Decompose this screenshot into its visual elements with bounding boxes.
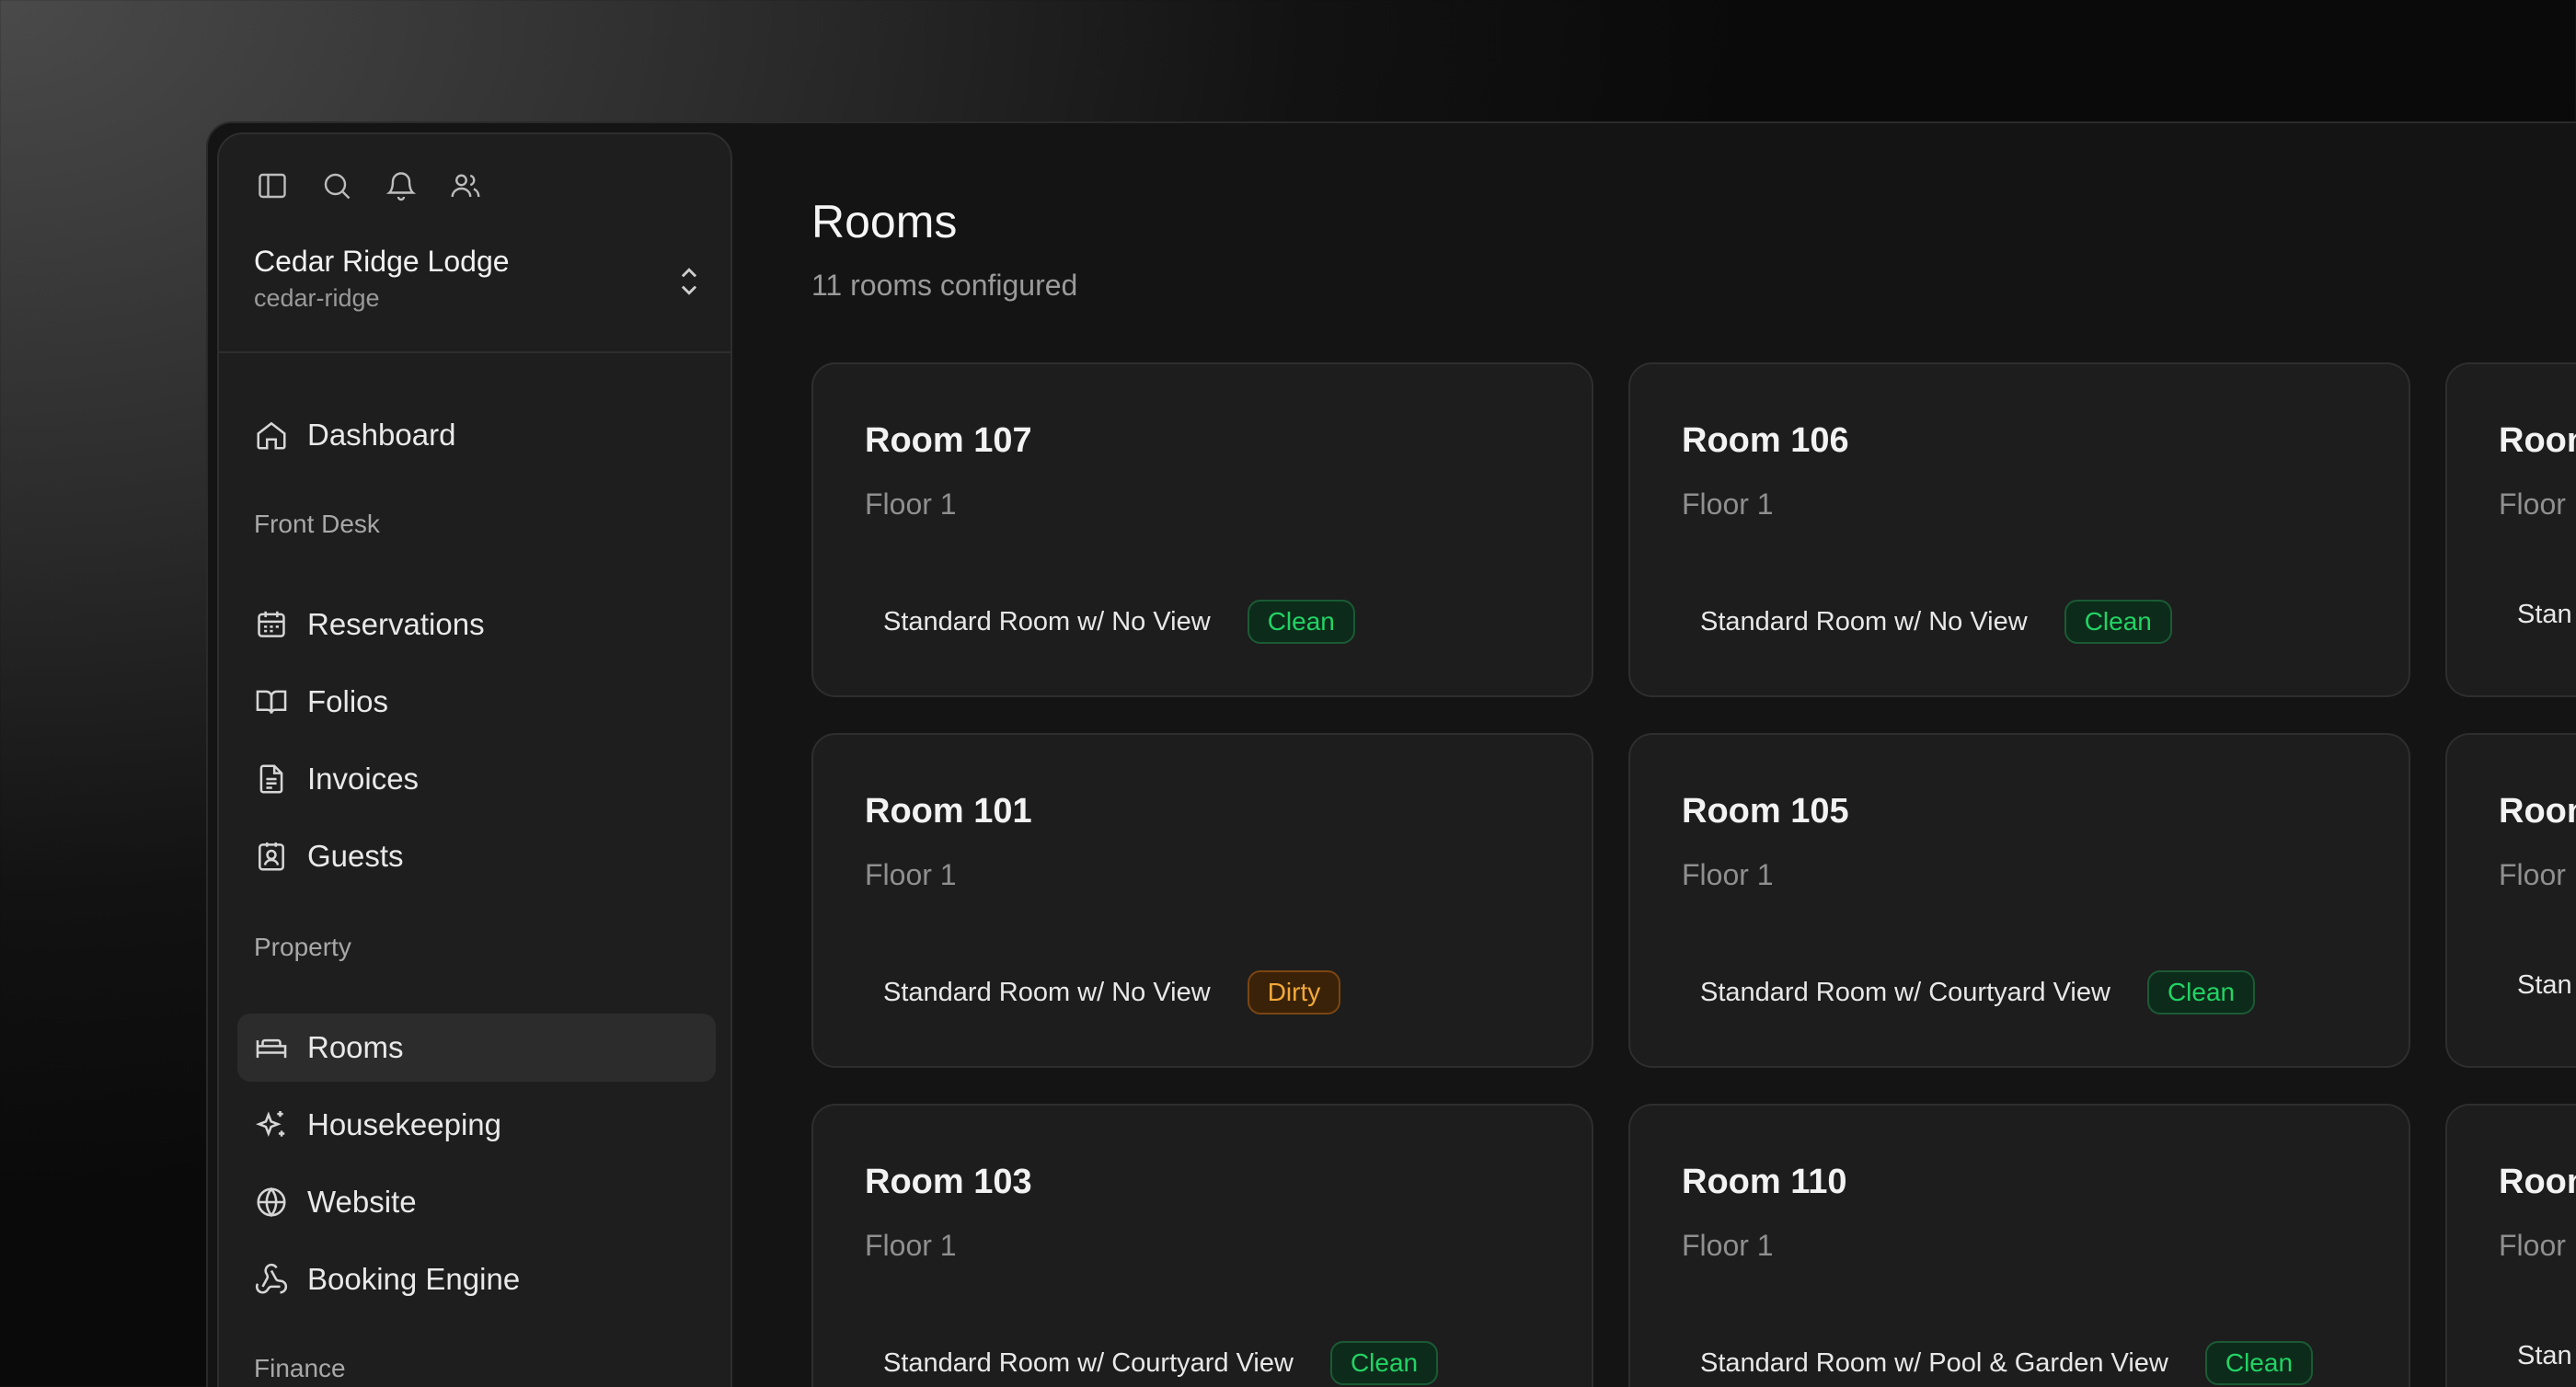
- room-card[interactable]: Room 103 Floor 1 Standard Room w/ Courty…: [811, 1104, 1593, 1387]
- room-card[interactable]: Roon Floor Stan: [2445, 362, 2576, 697]
- section-label-front-desk: Front Desk: [254, 510, 380, 538]
- section-label-finance: Finance: [254, 1354, 346, 1382]
- room-name: Room 105: [1682, 792, 1849, 831]
- page-subtitle: 11 rooms configured: [811, 269, 1078, 302]
- room-name: Roon: [2499, 421, 2576, 460]
- room-floor: Floor: [2499, 1229, 2566, 1262]
- sparkles-icon: [254, 1107, 289, 1142]
- sidebar-toggle-icon[interactable]: [256, 169, 289, 202]
- room-card[interactable]: Roon Floor Stan: [2445, 733, 2576, 1068]
- room-name: Roon: [2499, 792, 2576, 831]
- room-floor: Floor 1: [865, 1229, 957, 1262]
- room-name: Room 107: [865, 421, 1032, 460]
- room-name: Room 103: [865, 1163, 1032, 1201]
- room-card[interactable]: Room 107 Floor 1 Standard Room w/ No Vie…: [811, 362, 1593, 697]
- globe-icon: [254, 1185, 289, 1220]
- room-type: Standard Room w/ No View: [1700, 606, 2028, 636]
- sidebar-toolbar: [256, 169, 482, 202]
- room-floor: Floor 1: [1682, 487, 1774, 521]
- room-type: Stan: [2517, 970, 2572, 1000]
- sidebar-item-label: Invoices: [307, 762, 420, 796]
- bed-icon: [254, 1030, 289, 1065]
- status-badge: Clean: [2146, 970, 2256, 1014]
- users-icon[interactable]: [449, 169, 482, 202]
- file-text-icon: [254, 762, 289, 797]
- book-open-icon: [254, 684, 289, 719]
- property-switcher[interactable]: Cedar Ridge Lodge cedar-ridge: [254, 245, 705, 313]
- sidebar-item-label: Website: [307, 1185, 417, 1219]
- sidebar-item-label: Folios: [307, 684, 389, 718]
- sidebar-item-folios[interactable]: Folios: [237, 668, 716, 736]
- sidebar-item-housekeeping[interactable]: Housekeeping: [237, 1091, 716, 1159]
- webhook-icon: [254, 1262, 289, 1297]
- chevron-up-down-icon[interactable]: [673, 263, 705, 300]
- room-card[interactable]: Room 105 Floor 1 Standard Room w/ Courty…: [1628, 733, 2410, 1068]
- home-icon: [254, 418, 289, 453]
- section-label-property: Property: [254, 933, 351, 961]
- status-badge: Clean: [1329, 1341, 1439, 1385]
- room-floor: Floor: [2499, 487, 2566, 521]
- sidebar: Cedar Ridge Lodge cedar-ridge Dashboard …: [217, 132, 732, 1387]
- property-name: Cedar Ridge Lodge: [254, 245, 510, 278]
- sidebar-item-label: Rooms: [307, 1030, 404, 1064]
- property-slug: cedar-ridge: [254, 284, 380, 312]
- room-card[interactable]: Room 101 Floor 1 Standard Room w/ No Vie…: [811, 733, 1593, 1068]
- room-name: Room 110: [1682, 1163, 1847, 1201]
- sidebar-item-reservations[interactable]: Reservations: [237, 590, 716, 659]
- room-type: Standard Room w/ Pool & Garden View: [1700, 1347, 2168, 1378]
- sidebar-item-booking-engine[interactable]: Booking Engine: [237, 1245, 716, 1313]
- room-type: Standard Room w/ No View: [883, 606, 1211, 636]
- calendar-icon: [254, 607, 289, 642]
- sidebar-item-invoices[interactable]: Invoices: [237, 745, 716, 813]
- room-card[interactable]: Roon Floor Stan: [2445, 1104, 2576, 1387]
- room-floor: Floor 1: [865, 858, 957, 891]
- sidebar-divider: [219, 351, 730, 353]
- room-name: Room 101: [865, 792, 1032, 831]
- sidebar-item-label: Booking Engine: [307, 1262, 521, 1296]
- sidebar-item-label: Reservations: [307, 607, 485, 641]
- room-type: Standard Room w/ No View: [883, 977, 1211, 1007]
- sidebar-item-rooms[interactable]: Rooms: [237, 1014, 716, 1082]
- room-floor: Floor 1: [865, 487, 957, 521]
- room-type: Stan: [2517, 1341, 2572, 1370]
- status-badge: Dirty: [1247, 970, 1341, 1014]
- sidebar-item-label: Housekeeping: [307, 1107, 501, 1141]
- page-title: Rooms: [811, 196, 958, 247]
- sidebar-item-dashboard[interactable]: Dashboard: [237, 401, 716, 469]
- room-name: Room 106: [1682, 421, 1849, 460]
- sidebar-item-website[interactable]: Website: [237, 1168, 716, 1236]
- room-type: Stan: [2517, 600, 2572, 629]
- room-floor: Floor: [2499, 858, 2566, 891]
- sidebar-item-label: Guests: [307, 839, 404, 873]
- sidebar-item-guests[interactable]: Guests: [237, 822, 716, 890]
- room-name: Roon: [2499, 1163, 2576, 1201]
- contact-icon: [254, 839, 289, 874]
- room-card[interactable]: Room 106 Floor 1 Standard Room w/ No Vie…: [1628, 362, 2410, 697]
- bell-icon[interactable]: [385, 169, 418, 202]
- status-badge: Clean: [2204, 1341, 2314, 1385]
- room-floor: Floor 1: [1682, 1229, 1774, 1262]
- search-icon[interactable]: [320, 169, 353, 202]
- room-card[interactable]: Room 110 Floor 1 Standard Room w/ Pool &…: [1628, 1104, 2410, 1387]
- status-badge: Clean: [2064, 600, 2172, 644]
- status-badge: Clean: [1247, 600, 1355, 644]
- room-type: Standard Room w/ Courtyard View: [883, 1347, 1294, 1378]
- sidebar-item-label: Dashboard: [307, 418, 456, 452]
- room-type: Standard Room w/ Courtyard View: [1700, 977, 2110, 1007]
- room-floor: Floor 1: [1682, 858, 1774, 891]
